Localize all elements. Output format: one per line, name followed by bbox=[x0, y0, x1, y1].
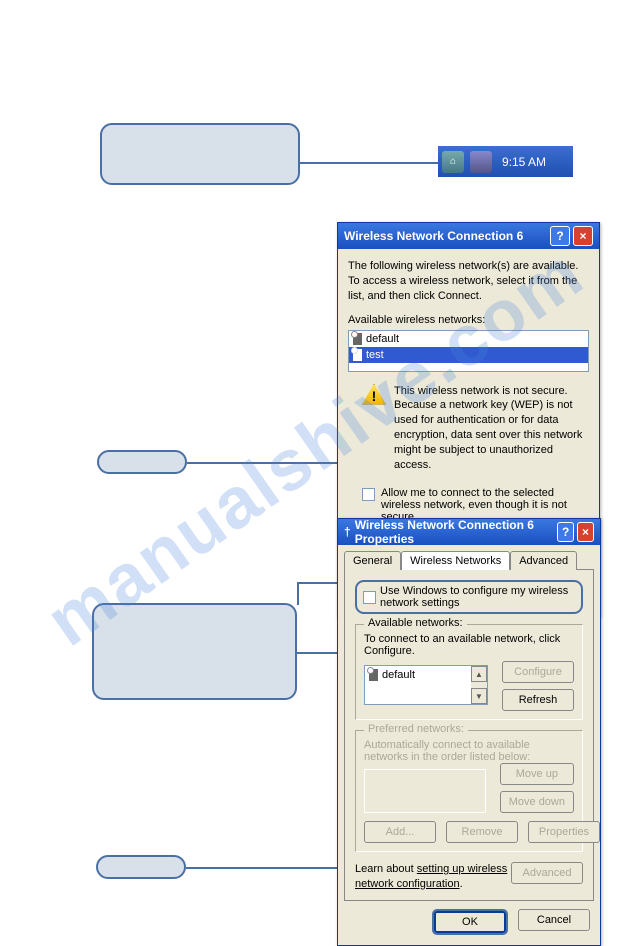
wireless-icon: † bbox=[344, 525, 351, 539]
close-button[interactable]: × bbox=[577, 522, 594, 542]
available-groupbox: Available networks: To connect to an ava… bbox=[355, 624, 583, 720]
configure-button[interactable]: Configure bbox=[502, 661, 574, 683]
tray-clock: 9:15 AM bbox=[502, 155, 546, 169]
preferred-note: Automatically connect to available netwo… bbox=[364, 739, 574, 763]
scroll-up-icon[interactable]: ▲ bbox=[471, 666, 487, 682]
callout-box-1 bbox=[100, 123, 300, 185]
preferred-groupbox: Preferred networks: Automatically connec… bbox=[355, 730, 583, 852]
add-button[interactable]: Add... bbox=[364, 821, 436, 843]
help-button[interactable]: ? bbox=[550, 226, 570, 246]
advanced-button[interactable]: Advanced bbox=[511, 862, 583, 884]
help-button[interactable]: ? bbox=[557, 522, 574, 542]
callout-box-3 bbox=[92, 603, 297, 700]
available-note: To connect to an available network, clic… bbox=[364, 633, 574, 657]
list-item[interactable]: test bbox=[349, 347, 588, 363]
list-item-label: default bbox=[366, 333, 399, 345]
callout-connector-2 bbox=[187, 462, 347, 464]
list-item-label: test bbox=[366, 349, 384, 361]
available-label: Available wireless networks: bbox=[348, 314, 589, 326]
preferred-legend: Preferred networks: bbox=[364, 723, 468, 735]
moveup-button[interactable]: Move up bbox=[500, 763, 574, 785]
intro-text: The following wireless network(s) are av… bbox=[348, 259, 589, 304]
movedown-button[interactable]: Move down bbox=[500, 791, 574, 813]
cancel-button[interactable]: Cancel bbox=[518, 909, 590, 931]
scrollbar[interactable]: ▲ ▼ bbox=[471, 666, 487, 704]
system-tray: ⌂ 9:15 AM bbox=[438, 146, 573, 177]
ok-button[interactable]: OK bbox=[434, 911, 506, 933]
remove-button[interactable]: Remove bbox=[446, 821, 518, 843]
app-tray-icon[interactable] bbox=[470, 151, 492, 173]
refresh-button[interactable]: Refresh bbox=[502, 689, 574, 711]
available-networks-list[interactable]: default test bbox=[348, 330, 589, 372]
available-legend: Available networks: bbox=[364, 617, 467, 629]
list-item-label: default bbox=[382, 669, 415, 681]
dialog-title: Wireless Network Connection 6 Properties bbox=[355, 518, 555, 546]
learn-text: Learn about setting up wireless network … bbox=[355, 862, 511, 892]
callout-connector-3a-v bbox=[297, 582, 299, 605]
wz-check-highlight: Use Windows to configure my wireless net… bbox=[355, 580, 583, 614]
warning-text: This wireless network is not secure. Bec… bbox=[394, 384, 589, 473]
network-icon bbox=[353, 333, 362, 345]
titlebar: Wireless Network Connection 6 ? × bbox=[338, 223, 599, 249]
tab-advanced[interactable]: Advanced bbox=[510, 551, 577, 570]
properties-button[interactable]: Properties bbox=[528, 821, 600, 843]
list-item[interactable]: default bbox=[349, 331, 588, 347]
titlebar: † Wireless Network Connection 6 Properti… bbox=[338, 519, 600, 545]
network-icon bbox=[369, 669, 378, 681]
warning-icon: ! bbox=[362, 384, 386, 405]
use-windows-checkbox[interactable] bbox=[363, 591, 376, 604]
network-icon bbox=[353, 349, 362, 361]
callout-box-2 bbox=[97, 450, 187, 474]
list-item[interactable]: default bbox=[365, 666, 471, 704]
preferred-list[interactable] bbox=[364, 769, 486, 813]
allow-checkbox[interactable] bbox=[362, 488, 375, 501]
tab-general[interactable]: General bbox=[344, 551, 401, 570]
callout-box-4 bbox=[96, 855, 186, 879]
tab-strip: General Wireless Networks Advanced bbox=[344, 551, 594, 570]
dialog-title: Wireless Network Connection 6 bbox=[344, 229, 523, 243]
callout-connector-1 bbox=[300, 162, 450, 164]
scroll-down-icon[interactable]: ▼ bbox=[471, 688, 487, 704]
monitor-tray-icon[interactable]: ⌂ bbox=[442, 151, 464, 173]
use-windows-label: Use Windows to configure my wireless net… bbox=[380, 585, 575, 609]
tab-panel: Use Windows to configure my wireless net… bbox=[344, 569, 594, 901]
available-list[interactable]: default ▲ ▼ bbox=[364, 665, 488, 705]
tab-wireless-networks[interactable]: Wireless Networks bbox=[401, 551, 510, 570]
wireless-properties-dialog: † Wireless Network Connection 6 Properti… bbox=[337, 518, 601, 946]
close-button[interactable]: × bbox=[573, 226, 593, 246]
